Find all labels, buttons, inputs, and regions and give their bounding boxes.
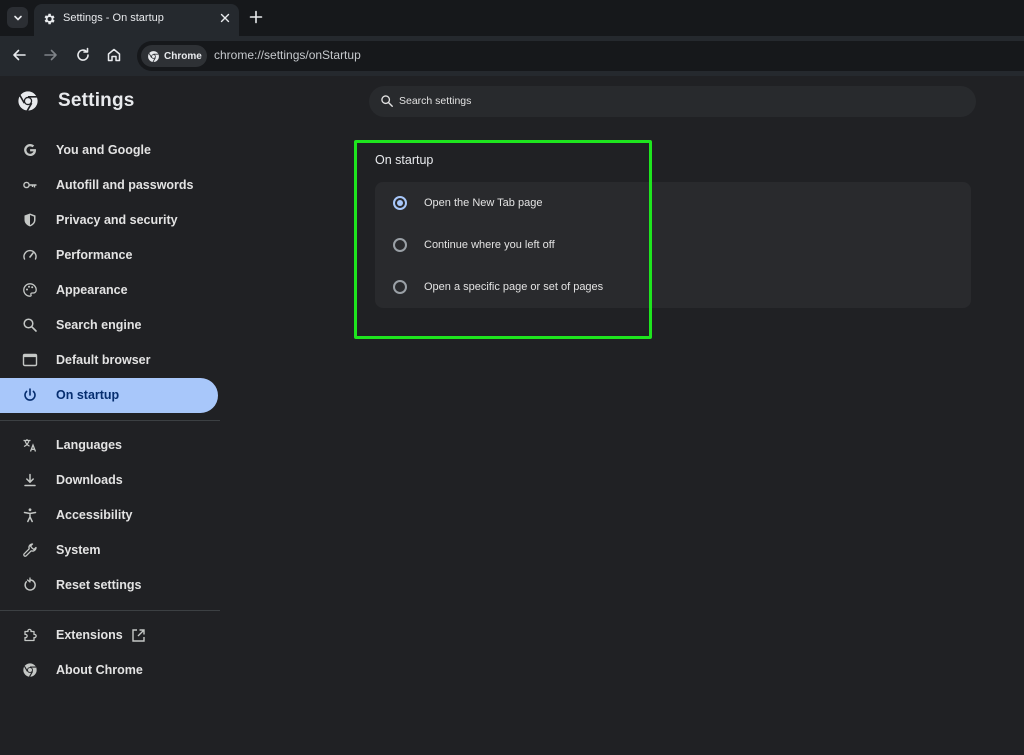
sidebar-item-label: Performance bbox=[56, 248, 133, 262]
sidebar-item-label: Autofill and passwords bbox=[56, 178, 194, 192]
search-icon bbox=[381, 95, 393, 107]
chrome-logo-icon bbox=[18, 91, 38, 112]
translate-icon bbox=[23, 439, 37, 452]
power-icon bbox=[24, 388, 36, 401]
google-icon bbox=[24, 144, 36, 156]
home-icon[interactable] bbox=[105, 46, 123, 64]
sidebar-item-downloads[interactable]: Downloads bbox=[0, 463, 218, 498]
settings-header: Settings bbox=[17, 90, 135, 112]
wrench-icon bbox=[23, 543, 37, 557]
sidebar-item-you-and-google[interactable]: You and Google bbox=[0, 133, 218, 168]
sidebar-item-appearance[interactable]: Appearance bbox=[0, 273, 218, 308]
close-icon[interactable] bbox=[219, 12, 231, 24]
new-tab-button[interactable] bbox=[249, 10, 263, 24]
sidebar-item-languages[interactable]: Languages bbox=[0, 428, 218, 463]
forward-arrow-icon[interactable] bbox=[42, 46, 60, 64]
browser-window-icon bbox=[22, 353, 38, 367]
sidebar-item-label: Downloads bbox=[56, 473, 123, 487]
sidebar-item-extensions[interactable]: Extensions bbox=[0, 618, 218, 653]
search-icon bbox=[23, 318, 37, 332]
sidebar-item-performance[interactable]: Performance bbox=[0, 238, 218, 273]
chevron-down-icon bbox=[13, 15, 22, 21]
sidebar-item-search-engine[interactable]: Search engine bbox=[0, 308, 218, 343]
page-title: Settings bbox=[58, 90, 135, 111]
back-arrow-icon[interactable] bbox=[10, 46, 28, 64]
sidebar-item-label: Languages bbox=[56, 438, 122, 452]
sidebar-item-label: Extensions bbox=[56, 628, 123, 642]
sidebar-item-system[interactable]: System bbox=[0, 533, 218, 568]
browser-toolbar: Chrome chrome://settings/onStartup bbox=[0, 36, 1024, 76]
puzzle-icon bbox=[24, 628, 37, 642]
tab-settings[interactable]: Settings - On startup bbox=[34, 4, 239, 36]
sidebar-item-privacy[interactable]: Privacy and security bbox=[0, 203, 218, 238]
highlight-box bbox=[354, 140, 652, 339]
sidebar-item-label: Default browser bbox=[56, 353, 151, 367]
sidebar-item-label: Privacy and security bbox=[56, 213, 178, 227]
search-settings-input[interactable]: Search settings bbox=[369, 86, 976, 117]
sidebar-item-label: Reset settings bbox=[56, 578, 142, 592]
reset-icon bbox=[24, 577, 36, 591]
chrome-icon bbox=[148, 50, 159, 62]
search-placeholder: Search settings bbox=[399, 95, 472, 107]
url-text: chrome://settings/onStartup bbox=[214, 48, 361, 62]
reload-icon[interactable] bbox=[74, 46, 92, 64]
sidebar-item-label: Accessibility bbox=[56, 508, 133, 522]
sidebar-item-label: System bbox=[56, 543, 101, 557]
sidebar-item-autofill[interactable]: Autofill and passwords bbox=[0, 168, 218, 203]
palette-icon bbox=[23, 283, 37, 297]
speedometer-icon bbox=[23, 249, 37, 260]
sidebar-item-on-startup[interactable]: On startup bbox=[0, 378, 218, 413]
accessibility-icon bbox=[23, 508, 37, 523]
key-icon bbox=[23, 181, 37, 189]
sidebar-item-about-chrome[interactable]: About Chrome bbox=[0, 653, 218, 688]
tab-title: Settings - On startup bbox=[63, 12, 164, 24]
sidebar-item-reset[interactable]: Reset settings bbox=[0, 568, 218, 603]
external-link-icon bbox=[132, 629, 145, 642]
settings-page: Settings You and Google Autofill and pas… bbox=[0, 76, 1024, 755]
download-icon bbox=[24, 473, 36, 487]
tab-strip: Settings - On startup bbox=[0, 0, 1024, 36]
sidebar-item-accessibility[interactable]: Accessibility bbox=[0, 498, 218, 533]
sidebar-item-default-browser[interactable]: Default browser bbox=[0, 343, 218, 378]
site-info-chip[interactable]: Chrome bbox=[141, 45, 207, 67]
shield-icon bbox=[24, 213, 36, 227]
gear-icon bbox=[44, 13, 55, 25]
sidebar-divider bbox=[0, 610, 220, 611]
sidebar-item-label: Appearance bbox=[56, 283, 128, 297]
sidebar-item-label: You and Google bbox=[56, 143, 151, 157]
sidebar-item-label: On startup bbox=[56, 388, 120, 402]
sidebar-item-label: About Chrome bbox=[56, 663, 143, 677]
address-bar[interactable]: Chrome chrome://settings/onStartup bbox=[137, 41, 1024, 71]
chrome-icon bbox=[23, 663, 37, 677]
sidebar-item-label: Search engine bbox=[56, 318, 142, 332]
chip-label: Chrome bbox=[164, 50, 202, 62]
tab-search-button[interactable] bbox=[7, 7, 28, 28]
sidebar-divider bbox=[0, 420, 220, 421]
